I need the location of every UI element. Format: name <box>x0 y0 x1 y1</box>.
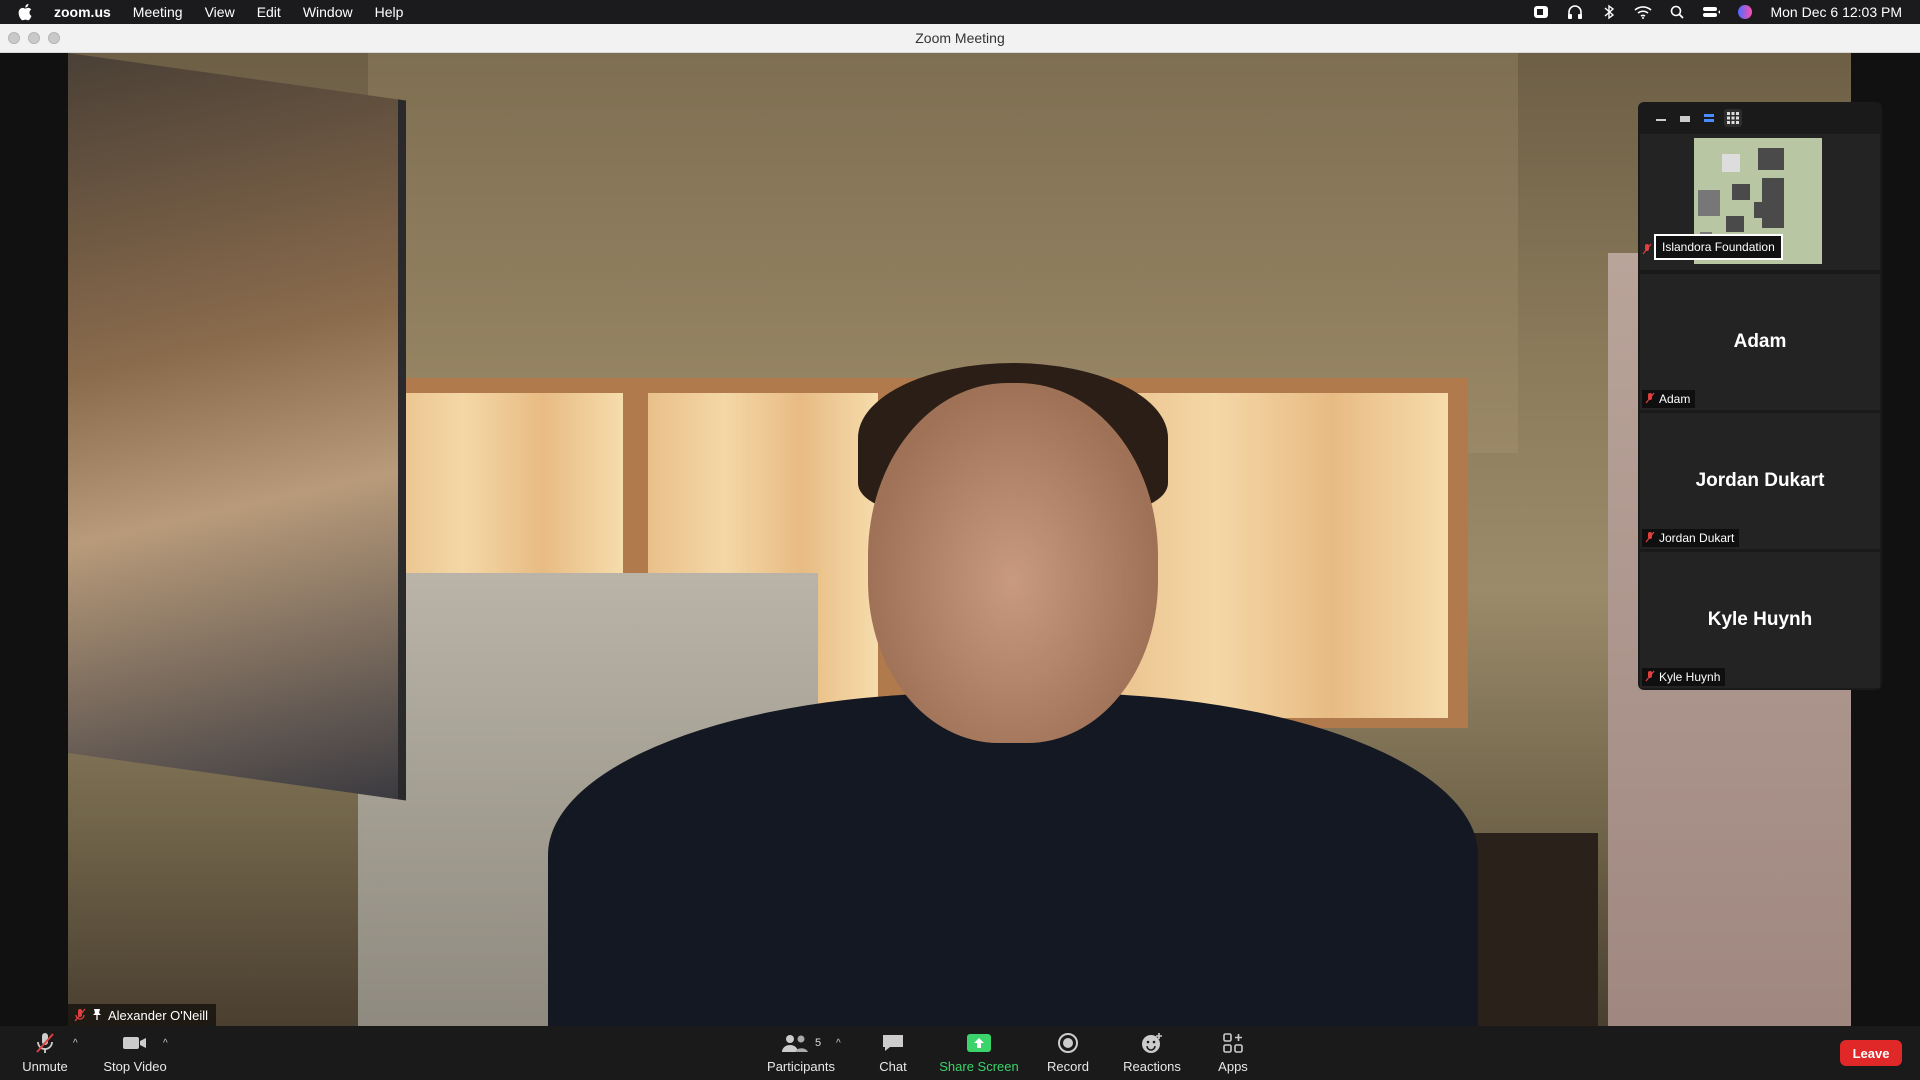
leave-meeting-button[interactable]: Leave <box>1840 1040 1902 1066</box>
apple-logo-icon[interactable] <box>18 3 36 21</box>
participants-icon: 5 <box>781 1030 821 1056</box>
menu-bar: zoom.us Meeting View Edit Window Help Mo… <box>0 0 1920 24</box>
share-screen-button[interactable]: Share Screen <box>934 1030 1024 1074</box>
gallery-tile-label: Adam <box>1642 390 1696 408</box>
participant-display-name: Jordan Dukart <box>1695 470 1825 491</box>
meeting-toolbar: Unmute ^ Stop Video ^ 5 Participants ^ C… <box>0 1026 1920 1080</box>
audio-options-chevron-icon[interactable]: ^ <box>73 1038 78 1049</box>
gallery-tile-jordan[interactable]: Jordan Dukart Jordan Dukart <box>1640 413 1880 549</box>
muted-mic-icon <box>1645 670 1655 685</box>
gallery-tile-label: Kyle Huynh <box>1642 668 1726 686</box>
unmute-button[interactable]: Unmute <box>0 1030 90 1074</box>
unmute-label: Unmute <box>22 1059 68 1074</box>
muted-mic-icon <box>1642 242 1652 260</box>
gallery-tile-label: Jordan Dukart <box>1642 529 1740 547</box>
participants-label: Participants <box>767 1059 835 1074</box>
gallery-tile-islandora[interactable]: Islandora Foundation <box>1640 134 1880 270</box>
menu-help[interactable]: Help <box>375 4 404 20</box>
reactions-label: Reactions <box>1123 1059 1181 1074</box>
muted-mic-icon <box>74 1008 86 1022</box>
wifi-icon[interactable] <box>1634 4 1653 20</box>
background-monitor <box>68 53 406 801</box>
window-title: Zoom Meeting <box>915 30 1005 46</box>
active-speaker-name: Alexander O'Neill <box>108 1007 209 1023</box>
menu-meeting[interactable]: Meeting <box>133 4 183 20</box>
record-icon <box>1057 1030 1079 1056</box>
close-window-button[interactable] <box>8 32 20 44</box>
share-screen-label: Share Screen <box>939 1059 1019 1074</box>
gallery-strip: Islandora Foundation Adam Adam Jordan Du… <box>1638 102 1882 690</box>
participants-count: 5 <box>814 1037 822 1049</box>
pin-icon <box>92 1008 102 1023</box>
zoom-window-button[interactable] <box>48 32 60 44</box>
muted-microphone-icon <box>33 1030 57 1056</box>
chat-button[interactable]: Chat <box>848 1030 938 1074</box>
muted-mic-icon <box>1645 531 1655 546</box>
video-stage: Alexander O'Neill Islandora Foundation A… <box>0 53 1920 1026</box>
minimize-strip-icon[interactable] <box>1652 109 1670 127</box>
chat-icon <box>881 1030 905 1056</box>
active-speaker-name-tag: Alexander O'Neill <box>68 1004 217 1026</box>
reactions-button[interactable]: Reactions <box>1107 1030 1197 1074</box>
window-title-bar: Zoom Meeting <box>0 24 1920 53</box>
grid-view-icon[interactable] <box>1724 109 1742 127</box>
siri-icon[interactable] <box>1736 4 1754 20</box>
hide-strip-icon[interactable] <box>1676 109 1694 127</box>
menubar-clock[interactable]: Mon Dec 6 12:03 PM <box>1770 4 1902 20</box>
video-camera-icon <box>122 1030 148 1056</box>
apps-icon <box>1222 1030 1244 1056</box>
record-button[interactable]: Record <box>1023 1030 1113 1074</box>
gallery-tile-adam[interactable]: Adam Adam <box>1640 274 1880 410</box>
stop-video-label: Stop Video <box>103 1059 167 1074</box>
record-label: Record <box>1047 1059 1089 1074</box>
participants-options-chevron-icon[interactable]: ^ <box>836 1038 841 1049</box>
bluetooth-icon[interactable] <box>1600 4 1618 20</box>
minimize-window-button[interactable] <box>28 32 40 44</box>
search-icon[interactable] <box>1668 4 1686 20</box>
gallery-tile-label: Islandora Foundation <box>1654 234 1783 260</box>
control-center-icon[interactable] <box>1702 4 1721 20</box>
menu-view[interactable]: View <box>205 4 235 20</box>
apps-label: Apps <box>1218 1059 1248 1074</box>
apps-button[interactable]: Apps <box>1188 1030 1278 1074</box>
menu-app-name[interactable]: zoom.us <box>54 4 111 20</box>
participant-name: Adam <box>1659 392 1691 406</box>
participants-button[interactable]: 5 Participants <box>756 1030 846 1074</box>
zoom-status-icon[interactable] <box>1532 4 1550 20</box>
chat-label: Chat <box>879 1059 907 1074</box>
participant-name: Islandora Foundation <box>1662 240 1775 254</box>
menu-window[interactable]: Window <box>303 4 353 20</box>
headphones-icon[interactable] <box>1566 4 1584 20</box>
speaker-face <box>868 383 1158 743</box>
participant-name: Kyle Huynh <box>1659 670 1721 684</box>
participant-display-name: Kyle Huynh <box>1707 609 1813 630</box>
reactions-emoji-icon <box>1140 1030 1164 1056</box>
participant-display-name: Adam <box>1733 331 1787 352</box>
video-options-chevron-icon[interactable]: ^ <box>163 1038 168 1049</box>
muted-mic-icon <box>1645 392 1655 407</box>
participant-name: Jordan Dukart <box>1659 531 1735 545</box>
gallery-tile-kyle[interactable]: Kyle Huynh Kyle Huynh <box>1640 552 1880 688</box>
stop-video-button[interactable]: Stop Video <box>90 1030 180 1074</box>
menu-edit[interactable]: Edit <box>257 4 281 20</box>
gallery-view-controls <box>1638 102 1882 134</box>
window-controls <box>8 32 60 44</box>
speaker-strip-icon[interactable] <box>1700 109 1718 127</box>
share-screen-icon <box>966 1030 992 1056</box>
active-speaker-video[interactable]: Alexander O'Neill <box>68 53 1851 1026</box>
